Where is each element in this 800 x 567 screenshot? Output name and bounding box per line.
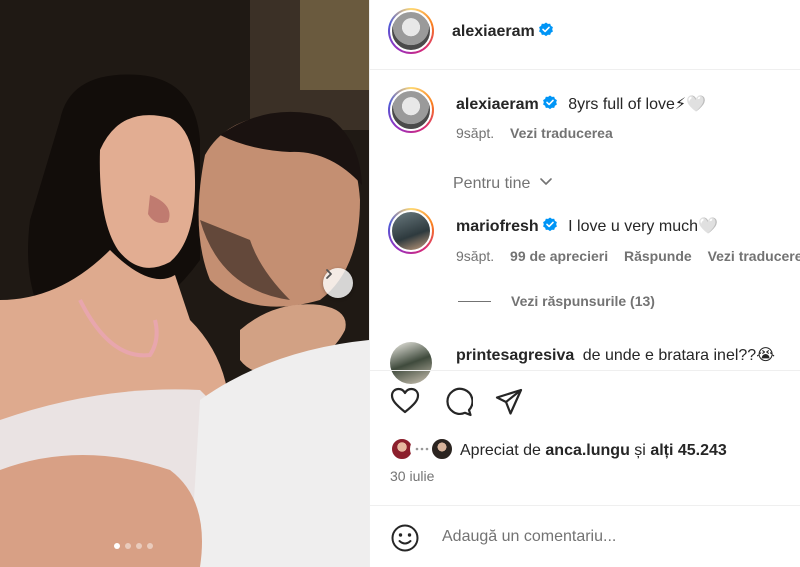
replies-divider bbox=[458, 301, 491, 302]
add-comment-bar bbox=[370, 505, 800, 567]
chevron-right-icon bbox=[326, 269, 332, 279]
comment-icon[interactable] bbox=[443, 387, 473, 417]
view-replies-button[interactable]: Vezi răspunsurile (13) bbox=[511, 293, 655, 309]
carousel-next-button[interactable] bbox=[323, 268, 353, 298]
view-replies-label: Vezi răspunsurile (13) bbox=[511, 293, 655, 309]
for-you-label: Pentru tine bbox=[453, 175, 531, 192]
share-icon[interactable] bbox=[494, 387, 524, 417]
carousel-dot bbox=[147, 543, 153, 549]
carousel-dot bbox=[136, 543, 142, 549]
translate-caption-button[interactable]: Vezi traducerea bbox=[510, 125, 613, 141]
liked-by-summary: Apreciat de anca.lungu și alți 45.243 bbox=[460, 442, 727, 460]
post-date[interactable]: 30 iulie bbox=[390, 468, 434, 484]
post-photo[interactable] bbox=[0, 0, 369, 567]
caption: alexiaeram 8yrs full of love⚡🤍 bbox=[456, 94, 706, 114]
translate-comment-button[interactable]: Vezi traducerea bbox=[708, 248, 800, 264]
caption-avatar[interactable] bbox=[388, 87, 434, 133]
verified-icon bbox=[542, 95, 557, 110]
liker-avatar[interactable] bbox=[430, 437, 454, 461]
liked-by-others[interactable]: alți 45.243 bbox=[650, 442, 727, 459]
more-dots-icon bbox=[415, 447, 429, 451]
chevron-down-icon bbox=[540, 178, 552, 185]
comment-username[interactable]: mariofresh bbox=[456, 218, 539, 235]
comment-avatar[interactable] bbox=[388, 208, 434, 254]
verified-icon bbox=[538, 22, 553, 37]
comment-input[interactable] bbox=[442, 526, 782, 548]
verified-icon bbox=[542, 217, 557, 232]
caption-time[interactable]: 9săpt. bbox=[456, 125, 494, 141]
carousel-dot bbox=[125, 543, 131, 549]
carousel-dots bbox=[114, 543, 153, 549]
post-header: alexiaeram bbox=[370, 0, 800, 70]
post-actions bbox=[370, 370, 800, 436]
comment-time[interactable]: 9săpt. bbox=[456, 248, 494, 264]
author-username[interactable]: alexiaeram bbox=[452, 22, 554, 41]
photo-illustration bbox=[0, 0, 369, 567]
liked-by-prefix: Apreciat de bbox=[460, 442, 541, 459]
comment-likes[interactable]: 99 de aprecieri bbox=[510, 248, 608, 264]
comment-username[interactable]: printesagresiva bbox=[456, 347, 574, 364]
for-you-filter[interactable]: Pentru tine bbox=[453, 175, 553, 193]
carousel-dot bbox=[114, 543, 120, 549]
liked-by-user[interactable]: anca.lungu bbox=[545, 442, 629, 459]
caption-text: 8yrs full of love⚡🤍 bbox=[568, 96, 707, 113]
caption-username[interactable]: alexiaeram bbox=[456, 96, 539, 113]
comment: mariofresh I love u very much🤍 bbox=[456, 216, 718, 236]
comment-text: de unde e bratara inel??😭 bbox=[582, 347, 775, 364]
caption-meta: 9săpt. Vezi traducerea bbox=[456, 125, 613, 141]
emoji-icon[interactable] bbox=[390, 523, 420, 553]
post-details-panel: alexiaeram alexiaeram 8yrs full of love⚡… bbox=[369, 0, 800, 567]
comment-meta: 9săpt. 99 de aprecieri Răspunde Vezi tra… bbox=[456, 248, 800, 264]
heart-icon[interactable] bbox=[390, 387, 420, 415]
author-avatar[interactable] bbox=[388, 8, 434, 54]
comment-text: I love u very much🤍 bbox=[568, 218, 718, 235]
reply-button[interactable]: Răspunde bbox=[624, 248, 692, 264]
liked-by-and: și bbox=[634, 442, 646, 459]
comment: printesagresiva de unde e bratara inel??… bbox=[456, 345, 775, 365]
